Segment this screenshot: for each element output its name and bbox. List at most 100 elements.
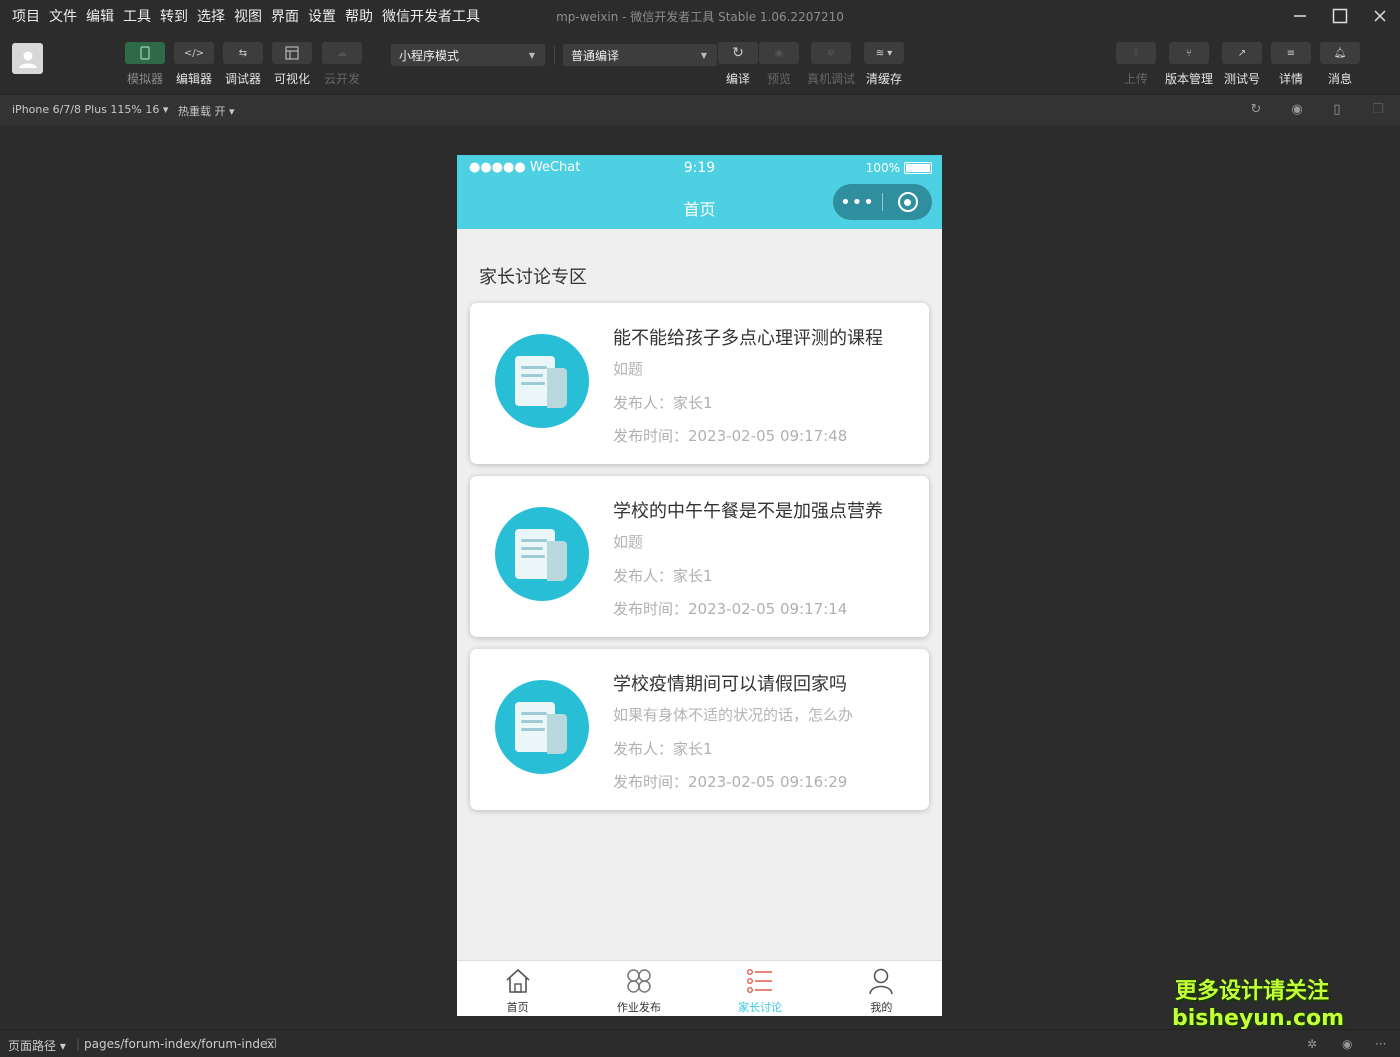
layout-icon [285, 46, 299, 60]
more-icon[interactable]: ••• [833, 192, 882, 213]
menu-item-devtools[interactable]: 微信开发者工具 [382, 6, 480, 26]
menu-item-help[interactable]: 帮助 [345, 6, 373, 26]
clover-icon [578, 967, 699, 995]
clear-cache-button[interactable]: ≋ ▾ 清缓存 [863, 42, 905, 86]
tab-home-label: 首页 [506, 1001, 529, 1014]
copy-icon[interactable]: ❐ [266, 1037, 277, 1051]
document-icon [495, 507, 589, 601]
visual-button[interactable]: 可视化 [271, 42, 313, 86]
post-time: 发布时间：2023-02-05 09:17:48 [613, 427, 848, 445]
mode-select[interactable]: 小程序模式 ▼ [391, 44, 545, 66]
mini-program-capsule: ••• [833, 184, 932, 220]
menu-item-view[interactable]: 视图 [234, 6, 262, 26]
menu-item-settings[interactable]: 设置 [308, 6, 336, 26]
path-divider: | [76, 1037, 81, 1051]
status-bar: ●●●●● WeChat 9:19 100% [457, 155, 942, 183]
upload-icon: ⇪ [1116, 42, 1156, 64]
simulator-subbar: iPhone 6/7/8 Plus 115% 16 ▾ 热重载 开 ▾ ↻ ◉ … [0, 94, 1400, 125]
close-icon[interactable] [1360, 0, 1400, 32]
post-desc: 如题 [613, 533, 644, 551]
debugger-button[interactable]: ⇆ 调试器 [222, 42, 264, 86]
simulator-button[interactable]: 模拟器 [124, 42, 166, 86]
menu-item-tools[interactable]: 工具 [123, 6, 151, 26]
real-debug-label: 真机调试 [806, 72, 855, 86]
phone-icon [140, 46, 150, 60]
tab-mine[interactable]: 我的 [821, 961, 942, 1016]
menu-item-select[interactable]: 选择 [197, 6, 225, 26]
window-controls [1280, 0, 1400, 32]
tab-homework[interactable]: 作业发布 [578, 961, 699, 1016]
close-target-icon[interactable] [883, 192, 932, 212]
code-icon: </> [174, 42, 214, 64]
caret-down-icon: ▼ [700, 50, 707, 60]
post-desc: 如果有身体不适的状况的话，怎么办 [613, 706, 854, 724]
watermark: 更多设计请关注 bisheyun.com [1172, 978, 1344, 1032]
post-card[interactable]: 学校的中午午餐是不是加强点营养 如题 发布人：家长1 发布时间：2023-02-… [470, 476, 929, 637]
more-icon[interactable]: ··· [1375, 1037, 1386, 1051]
details-button[interactable]: ≡ 详情 [1270, 42, 1312, 86]
menu-item-project[interactable]: 项目 [12, 6, 40, 26]
messages-button[interactable]: 🔔︎ 消息 [1319, 42, 1361, 86]
device-select[interactable]: iPhone 6/7/8 Plus 115% 16 ▾ [12, 103, 168, 116]
post-title: 能不能给孩子多点心理评测的课程 [613, 328, 883, 349]
version-button[interactable]: ⑂ 版本管理 [1165, 42, 1213, 86]
page-path: pages/forum-index/forum-index [84, 1037, 275, 1051]
menu-lines-icon: ≡ [1271, 42, 1311, 64]
bug-icon: ✲ [811, 42, 851, 64]
document-icon [495, 334, 589, 428]
minimize-icon[interactable] [1280, 0, 1320, 32]
caret-down-icon: ▼ [528, 50, 535, 60]
window-icon[interactable]: ❐ [1370, 102, 1386, 118]
menu-bar: 项目 文件 编辑 工具 转到 选择 视图 界面 设置 帮助 微信开发者工具 [0, 6, 489, 26]
post-time: 发布时间：2023-02-05 09:17:14 [613, 600, 848, 618]
clear-cache-label: 清缓存 [865, 72, 902, 86]
messages-label: 消息 [1327, 72, 1352, 86]
maximize-icon[interactable] [1320, 0, 1360, 32]
battery-status: 100% [866, 161, 932, 175]
cloud-button[interactable]: ☁ 云开发 [321, 42, 363, 86]
post-author: 发布人：家长1 [613, 567, 713, 585]
watermark-line1: 更多设计请关注 [1174, 979, 1329, 1004]
eye-icon[interactable]: ◉ [1342, 1037, 1352, 1051]
user-icon [821, 967, 942, 995]
mode-select-value: 小程序模式 [399, 48, 460, 63]
record-icon[interactable]: ◉ [1289, 102, 1305, 118]
compile-mode-value: 普通编译 [571, 48, 620, 63]
phone-icon[interactable]: ▯ [1329, 102, 1345, 118]
upload-button[interactable]: ⇪ 上传 [1115, 42, 1157, 86]
menu-item-file[interactable]: 文件 [49, 6, 77, 26]
phone-simulator: ●●●●● WeChat 9:19 100% 首页 ••• 家长讨论专区 能不能… [457, 155, 942, 1016]
layers-icon: ≋ ▾ [864, 42, 904, 64]
post-card[interactable]: 能不能给孩子多点心理评测的课程 如题 发布人：家长1 发布时间：2023-02-… [470, 303, 929, 464]
document-icon [495, 680, 589, 774]
post-title: 学校的中午午餐是不是加强点营养 [613, 501, 883, 522]
main-toolbar: 模拟器 </> 编辑器 ⇆ 调试器 可视化 ☁ 云开发 小程序模式 ▼ 普通编译… [0, 32, 1400, 94]
bug-icon[interactable]: ✲ [1307, 1037, 1317, 1051]
battery-percent: 100% [865, 161, 900, 175]
hot-reload-toggle[interactable]: 热重载 开 ▾ [178, 103, 235, 119]
refresh-icon: ↻ [718, 42, 758, 64]
editor-button[interactable]: </> 编辑器 [173, 42, 215, 86]
user-avatar[interactable] [12, 43, 43, 74]
tab-discussion[interactable]: 家长讨论 [700, 961, 821, 1016]
battery-icon [904, 162, 932, 174]
preview-button[interactable]: ◉ 预览 [758, 42, 800, 86]
test-account-button[interactable]: ↗ 测试号 [1221, 42, 1263, 86]
post-card[interactable]: 学校疫情期间可以请假回家吗 如果有身体不适的状况的话，怎么办 发布人：家长1 发… [470, 649, 929, 810]
upload-label: 上传 [1123, 72, 1148, 86]
menu-item-edit[interactable]: 编辑 [86, 6, 114, 26]
post-desc: 如题 [613, 360, 644, 378]
tab-mine-label: 我的 [870, 1001, 893, 1014]
tab-homework-label: 作业发布 [616, 1001, 661, 1014]
user-icon [18, 51, 37, 68]
page-path-label[interactable]: 页面路径 ▾ [8, 1037, 66, 1054]
menu-item-interface[interactable]: 界面 [271, 6, 299, 26]
real-debug-button[interactable]: ✲ 真机调试 [807, 42, 855, 86]
rotate-icon[interactable]: ↻ [1248, 102, 1264, 118]
tab-home[interactable]: 首页 [457, 961, 578, 1016]
sliders-icon: ⇆ [223, 42, 263, 64]
external-link-icon: ↗ [1222, 42, 1262, 64]
compile-mode-select[interactable]: 普通编译 ▼ [563, 44, 717, 66]
menu-item-goto[interactable]: 转到 [160, 6, 188, 26]
eye-icon: ◉ [759, 42, 799, 64]
